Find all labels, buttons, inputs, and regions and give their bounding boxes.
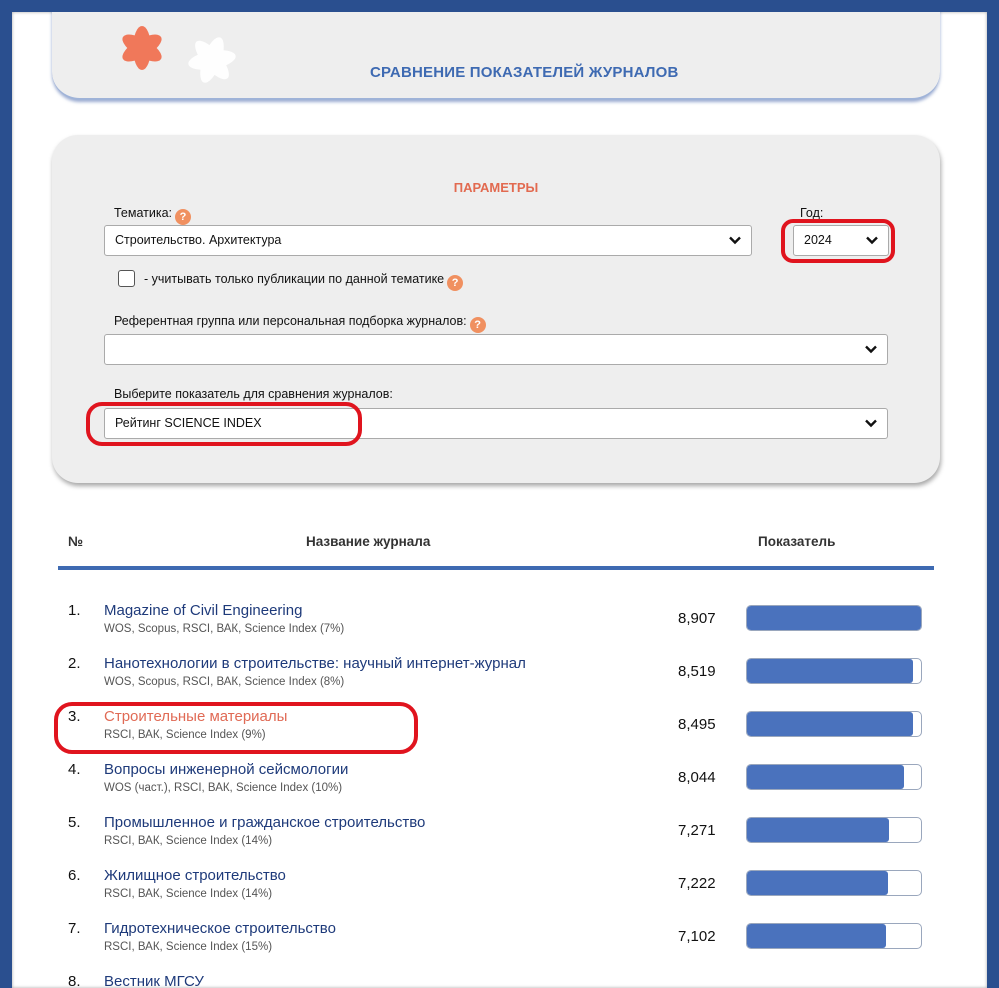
header-card: СРАВНЕНИЕ ПОКАЗАТЕЛЕЙ ЖУРНАЛОВ [52, 12, 940, 100]
table-row: 2. Нанотехнологии в строительстве: научн… [58, 655, 938, 707]
row-number: 7. [68, 920, 81, 937]
question-icon[interactable]: ? [447, 275, 464, 291]
journal-name-link[interactable]: Жилищное строительство [104, 867, 286, 884]
chevron-down-icon [865, 419, 877, 428]
indicator-value: 8,519 [678, 663, 716, 680]
topic-label-text: Тематика: [114, 206, 173, 220]
indicator-bar [746, 658, 922, 684]
topic-label: Тематика:? [114, 206, 192, 225]
indicator-bar-fill [747, 606, 921, 630]
col-value-header: Показатель [758, 534, 836, 549]
params-title: ПАРАМЕТРЫ [453, 180, 539, 195]
only-topic-label: - учитывать только публикации по данной … [144, 272, 464, 291]
table-row: 1. Magazine of Civil Engineering WOS, Sc… [58, 602, 938, 654]
table-row: 7. Гидротехническое строительство RSCI, … [58, 920, 938, 972]
indicator-value: 8,907 [678, 610, 716, 627]
indicator-value: 8,044 [678, 769, 716, 786]
chevron-down-icon [729, 236, 741, 245]
row-number: 8. [68, 973, 81, 988]
indicator-value: 7,222 [678, 875, 716, 892]
indicator-value: 7,102 [678, 928, 716, 945]
indicator-bar [746, 711, 922, 737]
journal-name-link[interactable]: Вестник МГСУ [104, 973, 204, 988]
ref-group-label-text: Референтная группа или персональная подб… [114, 314, 467, 328]
row-number: 4. [68, 761, 81, 778]
journal-name-link[interactable]: Magazine of Civil Engineering [104, 602, 302, 619]
table-row: 8. Вестник МГСУ [58, 973, 938, 988]
indicator-bar [746, 764, 922, 790]
row3-annotation-ring [54, 702, 418, 754]
row-number: 6. [68, 867, 81, 884]
indicator-bar [746, 870, 922, 896]
chevron-down-icon [865, 345, 877, 354]
only-topic-label-text: - учитывать только публикации по данной … [144, 272, 445, 286]
params-card: ПАРАМЕТРЫ Тематика:? Строительство. Архи… [52, 135, 940, 483]
journal-indexes: WOS (част.), RSCI, ВАК, Science Index (1… [104, 782, 343, 794]
indicator-value: 7,271 [678, 822, 716, 839]
only-topic-checkbox[interactable] [118, 270, 135, 287]
table-header-rule [58, 566, 934, 570]
journal-indexes: RSCI, ВАК, Science Index (15%) [104, 941, 273, 953]
row-number: 1. [68, 602, 81, 619]
indicator-value: 8,495 [678, 716, 716, 733]
topic-select-value: Строительство. Архитектура [115, 233, 282, 247]
journal-indexes: WOS, Scopus, RSCI, ВАК, Science Index (7… [104, 623, 345, 635]
indicator-bar-fill [747, 659, 914, 683]
row-number: 5. [68, 814, 81, 831]
journal-name-link[interactable]: Нанотехнологии в строительстве: научный … [104, 655, 526, 672]
asterisk-logo-icon [122, 26, 236, 83]
indicator-bar-fill [747, 712, 913, 736]
indicator-bar [746, 817, 922, 843]
topic-select[interactable]: Строительство. Архитектура [104, 225, 752, 256]
col-num-header: № [68, 534, 84, 549]
journal-name-link[interactable]: Промышленное и гражданское строительство [104, 814, 425, 831]
journal-name-link[interactable]: Вопросы инженерной сейсмологии [104, 761, 348, 778]
row-number: 2. [68, 655, 81, 672]
indicator-bar-fill [747, 765, 905, 789]
journal-indexes: RSCI, ВАК, Science Index (14%) [104, 888, 273, 900]
indicator-bar-fill [747, 924, 886, 948]
question-icon[interactable]: ? [175, 209, 192, 225]
indicator-bar [746, 923, 922, 949]
journal-indexes: RSCI, ВАК, Science Index (14%) [104, 835, 273, 847]
page: СРАВНЕНИЕ ПОКАЗАТЕЛЕЙ ЖУРНАЛОВ ПАРАМЕТРЫ… [12, 12, 987, 988]
indicator-label: Выберите показатель для сравнения журнал… [114, 387, 393, 401]
indicator-bar-fill [747, 871, 889, 895]
journal-indexes: WOS, Scopus, RSCI, ВАК, Science Index (8… [104, 676, 345, 688]
year-label: Год: [800, 206, 824, 220]
indicator-annotation-ring [86, 402, 362, 446]
year-annotation-ring [781, 219, 895, 263]
indicator-bar-fill [747, 818, 889, 842]
page-title: СРАВНЕНИЕ ПОКАЗАТЕЛЕЙ ЖУРНАЛОВ [370, 64, 679, 81]
table-row: 4. Вопросы инженерной сейсмологии WOS (ч… [58, 761, 938, 813]
indicator-bar [746, 605, 922, 631]
ref-group-select[interactable] [104, 334, 888, 365]
ref-group-label: Референтная группа или персональная подб… [114, 314, 486, 333]
journal-name-link[interactable]: Гидротехническое строительство [104, 920, 336, 937]
table-row: 5. Промышленное и гражданское строительс… [58, 814, 938, 866]
col-name-header: Название журнала [306, 534, 431, 549]
table-row: 6. Жилищное строительство RSCI, ВАК, Sci… [58, 867, 938, 919]
question-icon[interactable]: ? [469, 317, 486, 333]
